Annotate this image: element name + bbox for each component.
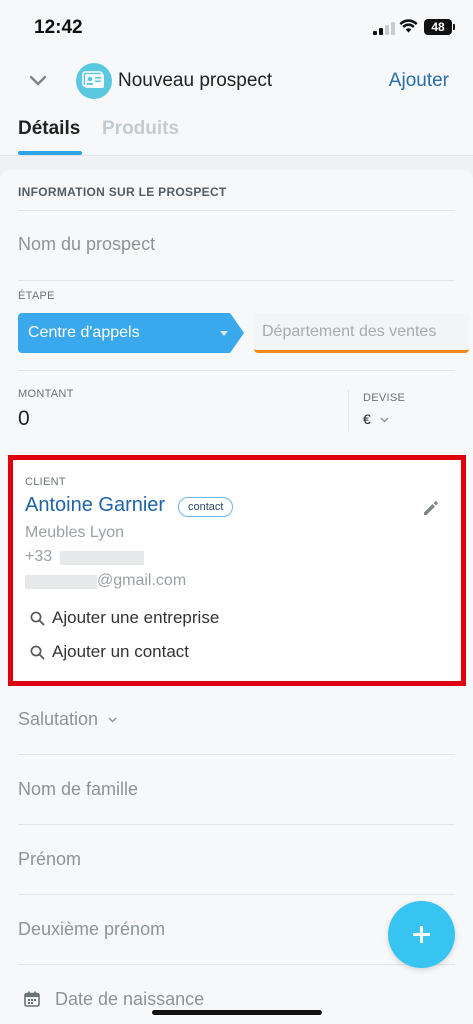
wifi-icon	[399, 19, 418, 33]
currency-label: DEVISE	[363, 392, 406, 404]
contact-badge: contact	[178, 497, 234, 517]
redacted-phone	[60, 551, 144, 565]
pencil-icon[interactable]	[422, 499, 440, 517]
chevron-down-icon	[108, 717, 117, 723]
battery-icon: 48	[424, 19, 455, 35]
stage-active-button[interactable]: Centre d'appels	[18, 313, 244, 353]
tab-products[interactable]: Produits	[102, 118, 179, 140]
divider	[348, 390, 349, 432]
chevron-down-icon[interactable]	[28, 70, 48, 90]
client-name-link[interactable]: Antoine Garnier	[25, 494, 165, 517]
active-tab-indicator	[18, 151, 82, 155]
add-contact-label: Ajouter un contact	[52, 642, 190, 661]
redacted-email	[25, 575, 97, 589]
first-name-field[interactable]: Prénom	[18, 849, 81, 870]
home-indicator	[152, 1010, 322, 1015]
add-fab-button[interactable]	[388, 901, 455, 968]
search-icon	[30, 611, 45, 626]
caret-down-icon	[220, 331, 228, 336]
salutation-label: Salutation	[18, 709, 99, 729]
birth-date-field[interactable]: Date de naissance	[55, 989, 204, 1010]
divider	[18, 370, 455, 371]
prospect-name-field[interactable]: Nom du prospect	[18, 234, 155, 255]
add-company-label: Ajouter une entreprise	[52, 608, 220, 627]
currency-select[interactable]: €	[363, 411, 389, 427]
phone-prefix: +33	[25, 548, 53, 565]
status-bar: 12:42 48	[0, 0, 473, 56]
lead-icon	[76, 63, 112, 99]
divider	[18, 210, 455, 211]
page-title: Nouveau prospect	[118, 70, 273, 91]
header: Nouveau prospect Ajouter Détails Produit…	[0, 56, 473, 156]
divider	[18, 280, 455, 281]
add-button[interactable]: Ajouter	[389, 70, 449, 92]
section-title: INFORMATION SUR LE PROSPECT	[18, 185, 227, 199]
tab-details[interactable]: Détails	[18, 118, 80, 140]
client-phone: +33	[25, 548, 52, 566]
chevron-down-icon	[380, 417, 389, 423]
stage-next-button[interactable]: Département des ventes	[254, 313, 469, 353]
status-time: 12:42	[34, 17, 83, 38]
amount-input[interactable]: 0	[18, 407, 30, 431]
client-label: CLIENT	[25, 476, 66, 488]
currency-value: €	[363, 411, 371, 427]
signal-icon	[373, 22, 395, 35]
search-icon	[30, 645, 45, 660]
stage-active-label: Centre d'appels	[28, 324, 140, 341]
salutation-select[interactable]: Salutation	[18, 709, 117, 730]
last-name-field[interactable]: Nom de famille	[18, 779, 138, 800]
divider	[18, 964, 455, 965]
divider	[18, 824, 455, 825]
middle-name-field[interactable]: Deuxième prénom	[18, 919, 165, 940]
client-email: @gmail.com	[97, 572, 187, 589]
divider	[18, 754, 455, 755]
client-company: Meubles Lyon	[25, 524, 125, 541]
calendar-icon	[24, 991, 40, 1007]
stage-label: ÉTAPE	[18, 290, 55, 302]
amount-label: MONTANT	[18, 388, 74, 400]
divider	[18, 894, 455, 895]
